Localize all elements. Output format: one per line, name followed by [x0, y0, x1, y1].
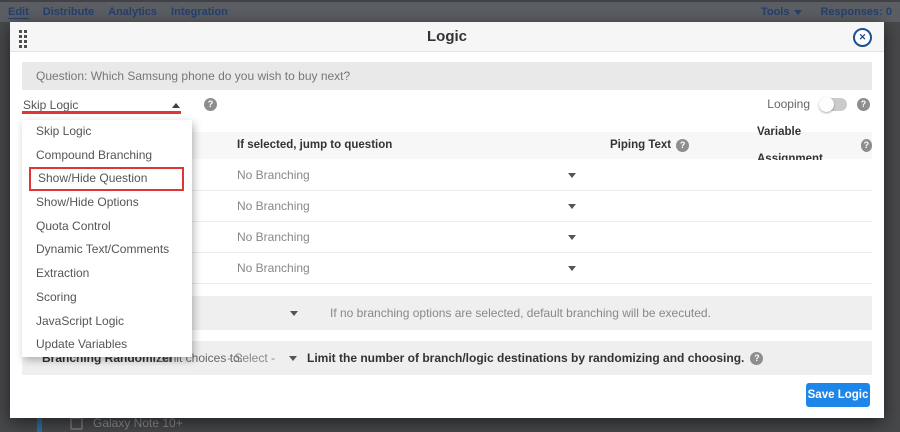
branching-value: No Branching [237, 191, 310, 221]
topbar-menu: Edit Distribute Analytics Integration [0, 6, 228, 18]
dropdown-item-extraction[interactable]: Extraction [22, 262, 192, 286]
help-icon[interactable]: ? [861, 139, 872, 152]
dropdown-item-quota-control[interactable]: Quota Control [22, 215, 192, 239]
tools-menu[interactable]: Tools [761, 6, 803, 18]
randomizer-note: Limit the number of branch/logic destina… [307, 341, 763, 375]
modal-header: Logic ✕ [10, 22, 884, 52]
chevron-down-icon [289, 356, 297, 361]
randomizer-note-text: Limit the number of branch/logic destina… [307, 341, 744, 375]
nav-item-integration[interactable]: Integration [171, 6, 228, 18]
responses-count: Responses: 0 [820, 6, 892, 18]
save-logic-button[interactable]: Save Logic [806, 383, 870, 407]
logic-modal: Logic ✕ Question: Which Samsung phone do… [10, 22, 884, 418]
branching-value: No Branching [237, 253, 310, 283]
app-screen: Edit Distribute Analytics Integration To… [0, 0, 900, 432]
nav-item-distribute[interactable]: Distribute [43, 6, 94, 18]
topbar-right: Tools Responses: 0 [761, 6, 900, 18]
column-header-piping: Piping Text ? [610, 132, 689, 159]
chevron-down-icon [568, 204, 576, 209]
branching-value: No Branching [237, 160, 310, 190]
chevron-down-icon[interactable] [290, 311, 298, 316]
dropdown-item-compound-branching[interactable]: Compound Branching [22, 144, 192, 168]
nav-item-edit[interactable]: Edit [8, 6, 29, 18]
piping-label: Piping Text [610, 132, 671, 159]
tools-label: Tools [761, 6, 790, 18]
column-header-variable: Variable Assignment ? [757, 132, 872, 159]
active-logic-underline [22, 111, 181, 114]
help-icon[interactable]: ? [857, 98, 870, 111]
dropdown-item-update-variables[interactable]: Update Variables [22, 333, 192, 357]
question-text: Question: Which Samsung phone do you wis… [22, 62, 872, 90]
help-icon[interactable]: ? [204, 98, 217, 111]
question-bar: Question: Which Samsung phone do you wis… [22, 62, 872, 90]
chevron-down-icon [568, 235, 576, 240]
help-icon[interactable]: ? [676, 139, 689, 152]
dropdown-item-skip-logic[interactable]: Skip Logic [22, 120, 192, 144]
drag-handle-icon[interactable] [19, 30, 27, 48]
column-header-jump: If selected, jump to question [237, 132, 392, 159]
logic-type-select[interactable]: Skip Logic [23, 98, 78, 112]
dropdown-item-show-hide-question[interactable]: Show/Hide Question [29, 167, 184, 191]
help-icon[interactable]: ? [750, 352, 763, 365]
modal-title: Logic [10, 22, 884, 52]
default-branching-note: If no branching options are selected, de… [330, 296, 711, 330]
close-icon[interactable]: ✕ [853, 28, 872, 47]
chevron-down-icon [568, 266, 576, 271]
chevron-up-icon [172, 103, 180, 108]
branching-value: No Branching [237, 222, 310, 252]
dropdown-item-javascript-logic[interactable]: JavaScript Logic [22, 310, 192, 334]
chevron-down-icon [794, 10, 802, 15]
chevron-down-icon [568, 173, 576, 178]
app-topbar: Edit Distribute Analytics Integration To… [0, 0, 900, 22]
toggle-knob [819, 97, 834, 112]
looping-control: Looping ? [767, 97, 870, 111]
logic-type-dropdown: Skip Logic Compound Branching Show/Hide … [22, 120, 192, 357]
dropdown-item-show-hide-options[interactable]: Show/Hide Options [22, 191, 192, 215]
looping-label: Looping [767, 97, 810, 111]
looping-toggle[interactable] [820, 98, 847, 111]
background-answer-checkbox [70, 417, 83, 430]
dropdown-item-scoring[interactable]: Scoring [22, 286, 192, 310]
nav-item-analytics[interactable]: Analytics [108, 6, 157, 18]
randomizer-select[interactable]: - Select - [227, 341, 275, 375]
dropdown-item-dynamic-text[interactable]: Dynamic Text/Comments [22, 238, 192, 262]
background-answer-option: Galaxy Note 10+ [93, 416, 183, 430]
